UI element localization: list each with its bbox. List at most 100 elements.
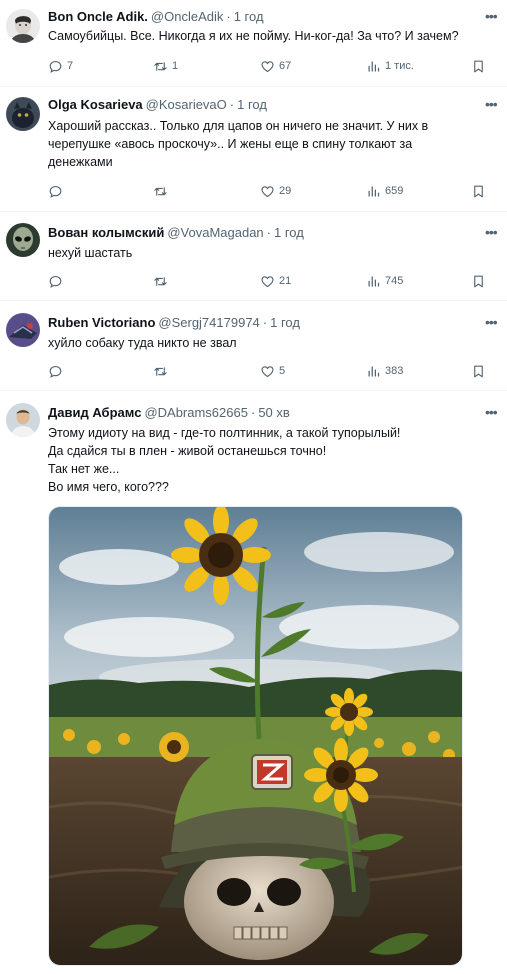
more-icon[interactable]: ••• xyxy=(485,9,501,23)
tweet-text-line: Этому идиоту на вид - где-то полтинник, … xyxy=(48,426,401,440)
timestamp[interactable]: 1 год xyxy=(270,315,300,330)
separator-dot: · xyxy=(229,97,235,112)
tweet-text-line: Да сдайся ты в плен - живой останешься т… xyxy=(48,444,327,458)
like-icon xyxy=(260,184,275,199)
tweet-image[interactable] xyxy=(48,506,463,966)
action-bar: 29 659 xyxy=(48,182,496,200)
timestamp[interactable]: 1 год xyxy=(234,9,264,24)
tweet-text-line: Самоубийцы. Все. Никогда я их не пойму. … xyxy=(48,29,459,43)
avatar[interactable] xyxy=(6,223,40,257)
bookmark-button[interactable] xyxy=(471,362,486,380)
tweet-text-line: нехуй шастать xyxy=(48,246,133,260)
views-icon xyxy=(366,184,381,199)
reply-button[interactable] xyxy=(48,362,67,380)
user-handle[interactable]: @DAbrams62665 xyxy=(144,405,248,420)
reply-icon xyxy=(48,274,63,289)
tweet-text: Самоубийцы. Все. Никогда я их не пойму. … xyxy=(48,27,501,45)
tweet-text-line: денежками xyxy=(48,155,113,169)
like-icon xyxy=(260,59,275,74)
like-button[interactable]: 67 xyxy=(260,57,291,75)
user-handle[interactable]: @Sergj74179974 xyxy=(158,315,259,330)
timestamp[interactable]: 1 год xyxy=(237,97,267,112)
retweet-button[interactable]: 1 xyxy=(153,57,178,75)
retweet-button[interactable] xyxy=(153,182,172,200)
user-name[interactable]: Вован колымский xyxy=(48,225,164,240)
reply-button[interactable]: 7 xyxy=(48,57,73,75)
bookmark-icon xyxy=(471,59,486,74)
timestamp[interactable]: 50 хв xyxy=(258,405,289,420)
action-bar: 21 745 xyxy=(48,272,496,290)
tweet-text-line: хуйло собаку туда никто не звал xyxy=(48,336,237,350)
tweet[interactable]: Вован колымский @VovaMagadan · 1 год ••• не… xyxy=(0,212,507,300)
reply-icon xyxy=(48,364,63,379)
bookmark-button[interactable] xyxy=(471,57,486,75)
avatar[interactable] xyxy=(6,313,40,347)
user-handle[interactable]: @VovaMagadan xyxy=(167,225,263,240)
more-icon[interactable]: ••• xyxy=(485,405,501,419)
tweet-text-line: Хароший рассказ.. Только для цапов он ни… xyxy=(48,119,429,133)
more-icon[interactable]: ••• xyxy=(485,225,501,239)
tweet-text: нехуй шастать xyxy=(48,244,501,262)
bookmark-button[interactable] xyxy=(471,182,486,200)
user-name[interactable]: Olga Kosarieva xyxy=(48,97,143,112)
like-icon xyxy=(260,364,275,379)
like-button[interactable]: 29 xyxy=(260,182,291,200)
avatar[interactable] xyxy=(6,97,40,131)
bookmark-icon xyxy=(471,364,486,379)
retweet-button[interactable] xyxy=(153,362,172,380)
separator-dot: · xyxy=(266,225,271,240)
views-count: 659 xyxy=(385,185,404,197)
user-name[interactable]: Ruben Victoriano xyxy=(48,315,155,330)
avatar[interactable] xyxy=(6,9,40,43)
tweet[interactable]: Olga Kosarieva @KosarievaO · 1 год ••• Харо… xyxy=(0,87,507,211)
views-button[interactable]: 659 xyxy=(366,182,403,200)
tweet-text: Хароший рассказ.. Только для цапов он ни… xyxy=(48,117,501,171)
action-bar: 7 1 67 1 тис. xyxy=(48,57,496,75)
tweet-text-line: Во имя чего, кого??? xyxy=(48,480,169,494)
tweet[interactable]: Bon Oncle Adik. @OncleAdik · 1 год ••• Само… xyxy=(0,0,507,85)
user-name[interactable]: Давид Абрамс xyxy=(48,405,141,420)
like-count: 67 xyxy=(279,60,292,72)
views-count: 383 xyxy=(385,365,404,377)
retweet-icon xyxy=(153,184,168,199)
more-icon[interactable]: ••• xyxy=(485,315,501,329)
reply-button[interactable] xyxy=(48,272,67,290)
user-handle[interactable]: @KosarievaO xyxy=(146,97,227,112)
retweet-icon xyxy=(153,364,168,379)
reply-button[interactable] xyxy=(48,182,67,200)
like-count: 5 xyxy=(279,365,286,377)
timestamp[interactable]: 1 год xyxy=(274,225,304,240)
bookmark-button[interactable] xyxy=(471,272,486,290)
like-button[interactable]: 5 xyxy=(260,362,285,380)
reply-count: 7 xyxy=(67,60,74,72)
retweet-count: 1 xyxy=(172,60,179,72)
separator-dot: · xyxy=(250,405,256,420)
views-count: 1 тис. xyxy=(385,60,414,72)
views-button[interactable]: 383 xyxy=(366,362,403,380)
like-button[interactable]: 21 xyxy=(260,272,291,290)
avatar[interactable] xyxy=(6,403,40,437)
image-illustration xyxy=(49,507,462,965)
tweet-text-line: черепушке «авось проскочу».. И жены еще … xyxy=(48,137,413,151)
user-name[interactable]: Bon Oncle Adik. xyxy=(48,9,148,24)
bookmark-icon xyxy=(471,274,486,289)
user-handle[interactable]: @OncleAdik xyxy=(151,9,223,24)
views-button[interactable]: 745 xyxy=(366,272,403,290)
views-button[interactable]: 1 тис. xyxy=(366,57,414,75)
tweet[interactable]: Ruben Victoriano @Sergj74179974 · 1 год •••… xyxy=(0,301,507,390)
tweet-text: Этому идиоту на вид - где-то полтинник, … xyxy=(48,424,501,496)
action-bar: 5 383 xyxy=(48,362,496,380)
reply-icon xyxy=(48,59,63,74)
views-icon xyxy=(366,364,381,379)
like-count: 21 xyxy=(279,275,292,287)
retweet-button[interactable] xyxy=(153,272,172,290)
tweet-text-line: Так нет же... xyxy=(48,462,120,476)
more-icon[interactable]: ••• xyxy=(485,97,501,111)
retweet-icon xyxy=(153,59,168,74)
separator-dot: · xyxy=(226,9,231,24)
views-count: 745 xyxy=(385,275,404,287)
separator-dot: · xyxy=(262,315,268,330)
views-icon xyxy=(366,274,381,289)
bookmark-icon xyxy=(471,184,486,199)
tweet-text: хуйло собаку туда никто не звал xyxy=(48,334,501,352)
